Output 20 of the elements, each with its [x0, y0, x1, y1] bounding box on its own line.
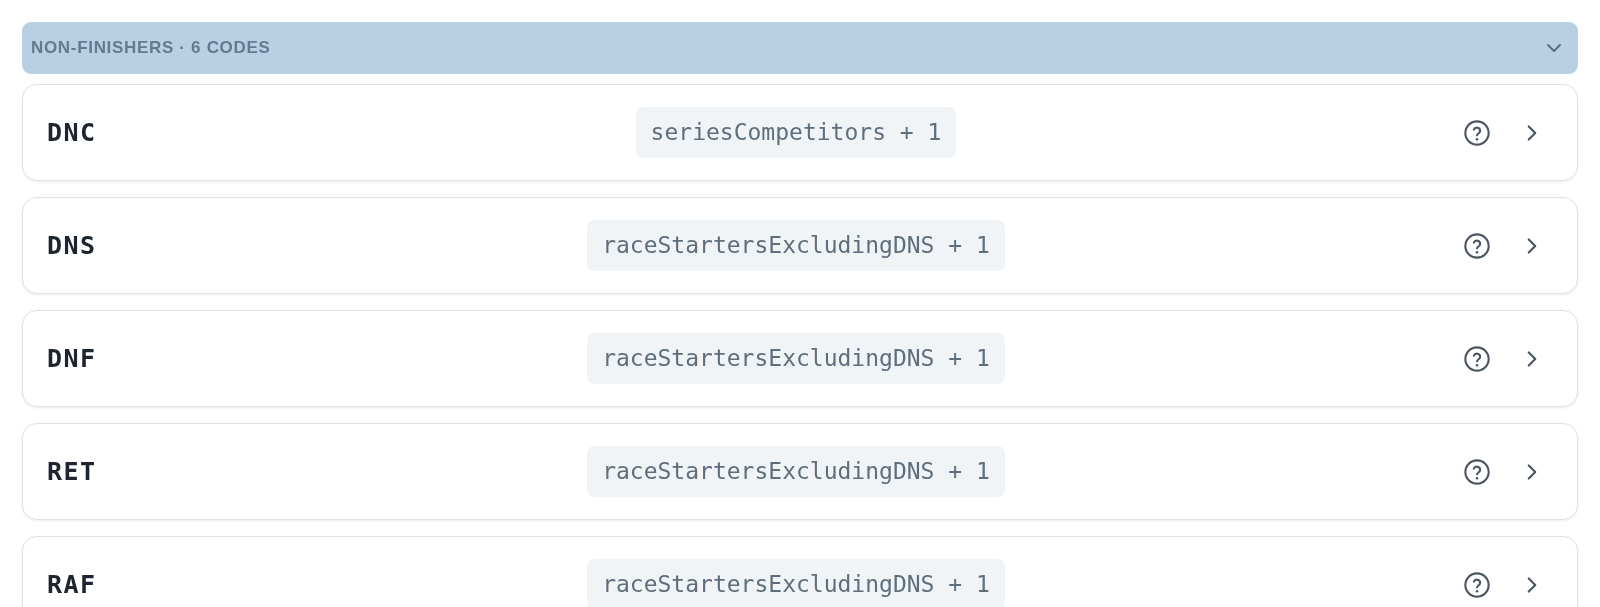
- code-card[interactable]: DNC seriesCompetitors + 1: [22, 84, 1578, 181]
- code-label: DNC: [47, 116, 98, 149]
- code-card[interactable]: RET raceStartersExcludingDNS + 1: [22, 423, 1578, 520]
- code-card[interactable]: DNS raceStartersExcludingDNS + 1: [22, 197, 1578, 294]
- help-icon[interactable]: [1463, 457, 1491, 486]
- formula: raceStartersExcludingDNS + 1: [587, 446, 1005, 497]
- code-card[interactable]: DNF raceStartersExcludingDNS + 1: [22, 310, 1578, 407]
- help-icon[interactable]: [1463, 344, 1491, 373]
- code-label: DNS: [47, 229, 98, 262]
- help-icon[interactable]: [1463, 118, 1491, 147]
- help-icon[interactable]: [1463, 231, 1491, 260]
- code-label: DNF: [47, 342, 98, 375]
- help-icon[interactable]: [1463, 570, 1491, 599]
- code-label: RET: [47, 455, 98, 488]
- formula: raceStartersExcludingDNS + 1: [587, 333, 1005, 384]
- formula: raceStartersExcludingDNS + 1: [587, 220, 1005, 271]
- code-card[interactable]: RAF raceStartersExcludingDNS + 1: [22, 536, 1578, 607]
- formula: seriesCompetitors + 1: [635, 107, 957, 158]
- code-label: RAF: [47, 568, 98, 601]
- formula: raceStartersExcludingDNS + 1: [587, 559, 1005, 607]
